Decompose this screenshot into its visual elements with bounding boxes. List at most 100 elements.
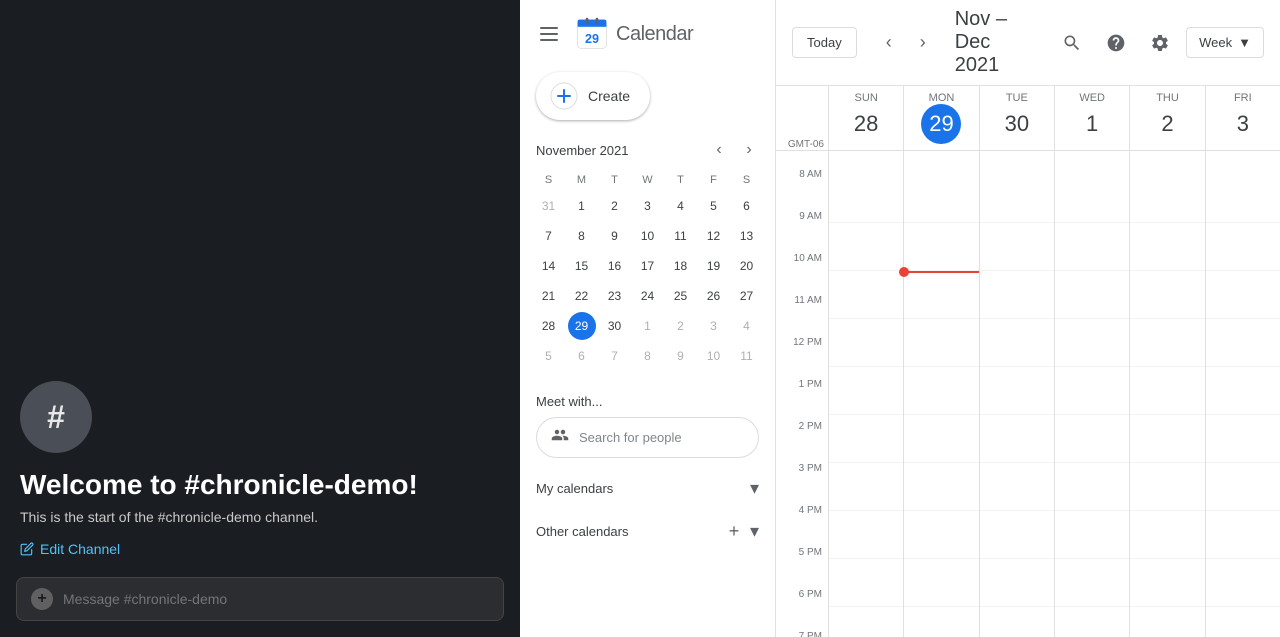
hour-cell[interactable] (1130, 175, 1204, 223)
mini-day-dec2[interactable]: 2 (667, 312, 695, 340)
mini-day-dec5[interactable]: 5 (535, 342, 563, 370)
hour-cell[interactable] (1130, 271, 1204, 319)
mini-day-22[interactable]: 22 (568, 282, 596, 310)
mini-day-21[interactable]: 21 (535, 282, 563, 310)
calendar-prev-button[interactable]: ‹ (873, 27, 905, 59)
hour-cell[interactable] (904, 415, 978, 463)
mini-day-18[interactable]: 18 (667, 252, 695, 280)
mini-day-6[interactable]: 6 (733, 192, 761, 220)
hour-cell[interactable] (1130, 319, 1204, 367)
mini-day-13[interactable]: 13 (733, 222, 761, 250)
hour-cell[interactable] (1206, 271, 1280, 319)
hour-cell[interactable] (980, 319, 1054, 367)
my-calendars-header[interactable]: My calendars ▾ (536, 474, 759, 503)
hour-cell[interactable] (1206, 319, 1280, 367)
hour-cell[interactable] (1055, 367, 1129, 415)
calendar-next-button[interactable]: › (907, 27, 939, 59)
mini-day-26[interactable]: 26 (700, 282, 728, 310)
hour-cell[interactable] (1055, 271, 1129, 319)
hour-cell[interactable] (1206, 559, 1280, 607)
cal-column-wed[interactable] (1054, 151, 1129, 637)
today-button[interactable]: Today (792, 27, 857, 58)
mini-day-14[interactable]: 14 (535, 252, 563, 280)
mini-day-17[interactable]: 17 (634, 252, 662, 280)
mini-day-1[interactable]: 1 (568, 192, 596, 220)
hour-cell[interactable] (1130, 511, 1204, 559)
mini-day-9[interactable]: 9 (601, 222, 629, 250)
mini-day-28[interactable]: 28 (535, 312, 563, 340)
hour-cell[interactable] (1055, 607, 1129, 637)
hour-cell[interactable] (980, 607, 1054, 637)
hour-cell[interactable] (1055, 223, 1129, 271)
hour-cell[interactable] (980, 559, 1054, 607)
hour-cell[interactable] (904, 463, 978, 511)
mini-day-10[interactable]: 10 (634, 222, 662, 250)
hour-cell[interactable] (829, 319, 903, 367)
hour-cell[interactable] (1130, 559, 1204, 607)
hour-cell[interactable] (1206, 175, 1280, 223)
message-add-button[interactable]: + (31, 588, 53, 610)
hour-cell[interactable] (1055, 463, 1129, 511)
mini-cal-next-button[interactable]: › (735, 136, 763, 164)
mini-day-2[interactable]: 2 (601, 192, 629, 220)
hour-cell[interactable] (1055, 511, 1129, 559)
hour-cell[interactable] (1055, 559, 1129, 607)
cal-column-sun[interactable] (828, 151, 903, 637)
mini-day-dec3[interactable]: 3 (700, 312, 728, 340)
hour-cell[interactable] (1206, 607, 1280, 637)
hour-cell[interactable] (1206, 415, 1280, 463)
other-calendars-header[interactable]: Other calendars + ▾ (536, 515, 759, 547)
mini-day-dec7[interactable]: 7 (601, 342, 629, 370)
hour-cell[interactable] (1130, 223, 1204, 271)
hour-cell[interactable] (1130, 415, 1204, 463)
hour-cell[interactable] (1206, 223, 1280, 271)
mini-day-3[interactable]: 3 (634, 192, 662, 220)
mini-day-dec1[interactable]: 1 (634, 312, 662, 340)
hour-cell[interactable] (1130, 367, 1204, 415)
hour-cell[interactable] (980, 271, 1054, 319)
cal-column-tue[interactable] (979, 151, 1054, 637)
hour-cell[interactable] (1055, 175, 1129, 223)
hour-cell[interactable] (1055, 319, 1129, 367)
hour-cell[interactable] (829, 559, 903, 607)
view-selector-button[interactable]: Week ▼ (1186, 27, 1264, 58)
message-input[interactable] (63, 591, 489, 607)
hour-cell[interactable] (980, 463, 1054, 511)
hour-cell[interactable] (904, 175, 978, 223)
hour-cell[interactable] (904, 511, 978, 559)
hour-cell[interactable] (829, 607, 903, 637)
mini-day-23[interactable]: 23 (601, 282, 629, 310)
other-calendars-add-icon[interactable]: + (722, 519, 746, 543)
hour-cell[interactable] (980, 367, 1054, 415)
mini-day-30[interactable]: 30 (601, 312, 629, 340)
mini-day-7[interactable]: 7 (535, 222, 563, 250)
search-people-input[interactable]: Search for people (536, 417, 759, 458)
hour-cell[interactable] (829, 415, 903, 463)
hour-cell[interactable] (980, 415, 1054, 463)
help-button[interactable] (1098, 25, 1134, 61)
mini-day-31[interactable]: 31 (535, 192, 563, 220)
mini-day-25[interactable]: 25 (667, 282, 695, 310)
create-button[interactable]: Create (536, 72, 650, 120)
hour-cell[interactable] (904, 367, 978, 415)
hour-cell[interactable] (980, 223, 1054, 271)
hour-cell[interactable] (904, 607, 978, 637)
hour-cell[interactable] (904, 271, 978, 319)
mini-day-dec4[interactable]: 4 (733, 312, 761, 340)
hour-cell[interactable] (1206, 511, 1280, 559)
cal-column-fri[interactable] (1205, 151, 1280, 637)
mini-day-dec6[interactable]: 6 (568, 342, 596, 370)
hour-cell[interactable] (829, 367, 903, 415)
cal-column-mon[interactable] (903, 151, 978, 637)
hour-cell[interactable] (904, 319, 978, 367)
mini-day-12[interactable]: 12 (700, 222, 728, 250)
mini-day-dec11[interactable]: 11 (733, 342, 761, 370)
hour-cell[interactable] (904, 223, 978, 271)
mini-day-27[interactable]: 27 (733, 282, 761, 310)
mini-day-24[interactable]: 24 (634, 282, 662, 310)
search-button[interactable] (1054, 25, 1090, 61)
message-input-container[interactable]: + (16, 577, 504, 621)
mini-day-16[interactable]: 16 (601, 252, 629, 280)
hour-cell[interactable] (829, 511, 903, 559)
mini-day-20[interactable]: 20 (733, 252, 761, 280)
